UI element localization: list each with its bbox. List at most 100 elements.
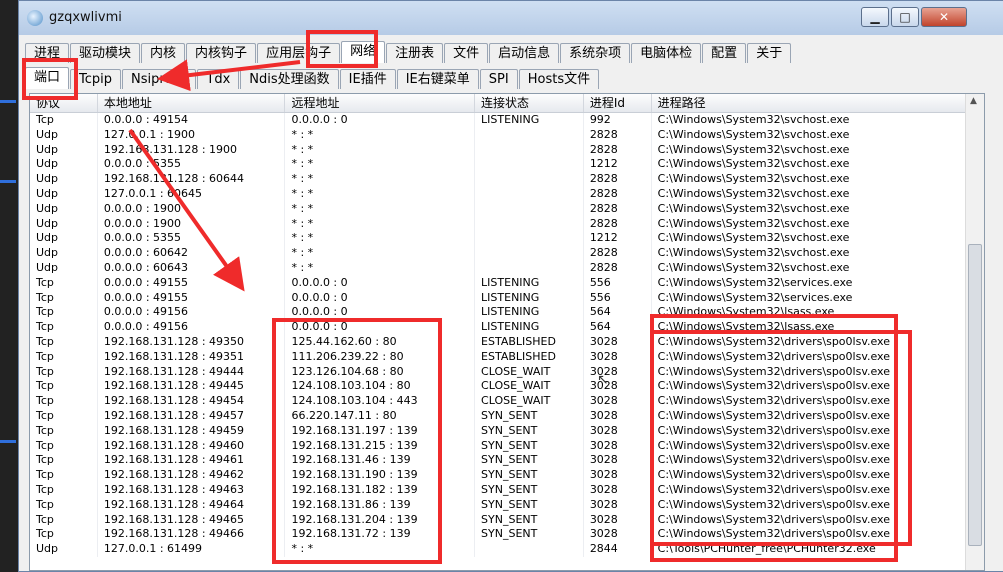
annotation-box-process-path-inner <box>650 330 912 546</box>
tab-tdx[interactable]: Tdx <box>197 69 240 89</box>
cell-state <box>475 142 584 158</box>
table-row[interactable]: Udp 0.0.0.0 : 5355 * : * 1212 C:\Windows\Sys… <box>30 231 966 247</box>
scrollbar-thumb[interactable] <box>968 244 982 546</box>
cell-local-address: 0.0.0.0 : 1900 <box>98 216 286 232</box>
tab-ndis[interactable]: Ndis处理函数 <box>240 69 339 89</box>
cell-protocol: Tcp <box>30 438 98 454</box>
vertical-scrollbar[interactable]: ▲ <box>965 94 984 570</box>
tab-system-misc[interactable]: 系统杂项 <box>560 43 631 63</box>
taskbar-mark <box>0 100 16 103</box>
tab-startup[interactable]: 启动信息 <box>489 43 560 63</box>
cell-local-address: 192.168.131.128 : 49454 <box>98 394 286 409</box>
cell-state <box>475 246 584 261</box>
cell-pid: 1212 <box>584 231 652 247</box>
table-row[interactable]: Udp 0.0.0.0 : 60642 * : * 2828 C:\Windows\Sy… <box>30 246 966 261</box>
table-row[interactable]: Udp 0.0.0.0 : 60643 * : * 2828 C:\Windows\Sy… <box>30 260 966 276</box>
cell-protocol: Udp <box>30 216 98 232</box>
cell-pid: 3028 <box>584 349 652 365</box>
cell-pid: 2828 <box>584 246 652 261</box>
cell-remote-address: * : * <box>285 186 476 202</box>
cell-local-address: 192.168.131.128 : 49464 <box>98 497 286 513</box>
tab-ie-context-menu[interactable]: IE右键菜单 <box>396 69 479 89</box>
maximize-button[interactable]: □ <box>891 7 919 27</box>
cell-protocol: Udp <box>30 186 98 202</box>
cell-protocol: Tcp <box>30 512 98 528</box>
cell-state <box>475 157 584 173</box>
cell-local-address: 192.168.131.128 : 49459 <box>98 423 286 439</box>
tab-registry[interactable]: 注册表 <box>386 43 444 63</box>
cell-pid: 556 <box>584 290 652 306</box>
table-row[interactable]: Udp 127.0.0.1 : 60645 * : * 2828 C:\Windows\… <box>30 186 966 202</box>
cell-pid: 564 <box>584 320 652 335</box>
cell-pid: 2828 <box>584 260 652 276</box>
cell-state <box>475 260 584 276</box>
column-header-local-address[interactable]: 本地地址 <box>98 94 286 112</box>
mouse-cursor-icon: ↖ <box>597 372 609 388</box>
cell-protocol: Tcp <box>30 320 98 335</box>
cell-state: CLOSE_WAIT <box>475 364 584 380</box>
cell-protocol: Udp <box>30 201 98 217</box>
close-button[interactable]: ✕ <box>921 7 967 27</box>
column-header-process-path[interactable]: 进程路径 <box>652 94 966 112</box>
table-row[interactable]: Udp 0.0.0.0 : 1900 * : * 2828 C:\Windows\Sys… <box>30 201 966 217</box>
cell-process-path: C:\Windows\System32\svchost.exe <box>652 142 966 158</box>
tab-driver-modules[interactable]: 驱动模块 <box>70 43 141 63</box>
cell-protocol: Tcp <box>30 305 98 321</box>
column-header-pid[interactable]: 进程Id <box>584 94 652 112</box>
tab-checkup[interactable]: 电脑体检 <box>631 43 702 63</box>
cell-local-address: 0.0.0.0 : 60643 <box>98 260 286 276</box>
tab-kernel-hooks[interactable]: 内核钩子 <box>186 43 257 63</box>
tab-config[interactable]: 配置 <box>702 43 747 63</box>
cell-state <box>475 201 584 217</box>
table-row[interactable]: Udp 192.168.131.128 : 60644 * : * 2828 C:\Wi… <box>30 172 966 187</box>
cell-state: SYN_SENT <box>475 482 584 498</box>
cell-protocol: Tcp <box>30 482 98 498</box>
cell-state <box>475 216 584 232</box>
cell-remote-address: * : * <box>285 216 476 232</box>
table-row[interactable]: Udp 0.0.0.0 : 1900 * : * 2828 C:\Windows\Sys… <box>30 216 966 232</box>
table-row[interactable]: Tcp 0.0.0.0 : 49154 0.0.0.0 : 0 LISTENING 99… <box>30 113 966 128</box>
cell-pid: 2828 <box>584 127 652 143</box>
cell-local-address: 192.168.131.128 : 49445 <box>98 379 286 395</box>
tab-hosts[interactable]: Hosts文件 <box>518 69 600 89</box>
cell-process-path: C:\Windows\System32\svchost.exe <box>652 231 966 247</box>
table-row[interactable]: Tcp 0.0.0.0 : 49155 0.0.0.0 : 0 LISTENING 55… <box>30 275 966 291</box>
table-row[interactable]: Udp 192.168.131.128 : 1900 * : * 2828 C:\Win… <box>30 142 966 158</box>
column-header-remote-address[interactable]: 远程地址 <box>285 94 476 112</box>
cell-local-address: 127.0.0.1 : 61499 <box>98 542 286 557</box>
tab-about[interactable]: 关于 <box>747 43 792 63</box>
cell-state: SYN_SENT <box>475 512 584 528</box>
cell-protocol: Udp <box>30 127 98 143</box>
cell-pid: 992 <box>584 113 652 128</box>
cell-pid: 2828 <box>584 216 652 232</box>
tab-file[interactable]: 文件 <box>444 43 489 63</box>
cell-local-address: 192.168.131.128 : 49466 <box>98 527 286 543</box>
table-row[interactable]: Tcp 0.0.0.0 : 49155 0.0.0.0 : 0 LISTENING 55… <box>30 290 966 306</box>
title-bar[interactable]: gzqxwlivmi ▁ □ ✕ <box>19 1 1003 35</box>
tab-ie-plugins[interactable]: IE插件 <box>339 69 396 89</box>
cell-protocol: Tcp <box>30 290 98 306</box>
cell-process-path: C:\Windows\System32\svchost.exe <box>652 186 966 202</box>
table-row[interactable]: Udp 127.0.0.1 : 1900 * : * 2828 C:\Windows\S… <box>30 127 966 143</box>
cell-state: CLOSE_WAIT <box>475 379 584 395</box>
cell-protocol: Tcp <box>30 379 98 395</box>
cell-local-address: 192.168.131.128 : 49457 <box>98 408 286 424</box>
minimize-button[interactable]: ▁ <box>861 7 889 27</box>
tab-spi[interactable]: SPI <box>479 69 518 89</box>
cell-local-address: 192.168.131.128 : 49461 <box>98 453 286 469</box>
tab-nsiproxy[interactable]: Nsiproxy <box>122 69 197 89</box>
cell-pid: 3028 <box>584 394 652 409</box>
cell-local-address: 0.0.0.0 : 49155 <box>98 290 286 306</box>
cell-state: SYN_SENT <box>475 408 584 424</box>
cell-local-address: 0.0.0.0 : 49155 <box>98 275 286 291</box>
cell-protocol: Udp <box>30 542 98 557</box>
scroll-up-icon[interactable]: ▲ <box>970 96 977 106</box>
column-header-state[interactable]: 连接状态 <box>475 94 584 112</box>
cell-state <box>475 231 584 247</box>
cell-state: LISTENING <box>475 275 584 291</box>
cell-state <box>475 172 584 187</box>
tab-kernel[interactable]: 内核 <box>141 43 186 63</box>
table-row[interactable]: Udp 0.0.0.0 : 5355 * : * 1212 C:\Windows\Sys… <box>30 157 966 173</box>
window-title: gzqxwlivmi <box>49 10 122 25</box>
cell-pid: 1212 <box>584 157 652 173</box>
